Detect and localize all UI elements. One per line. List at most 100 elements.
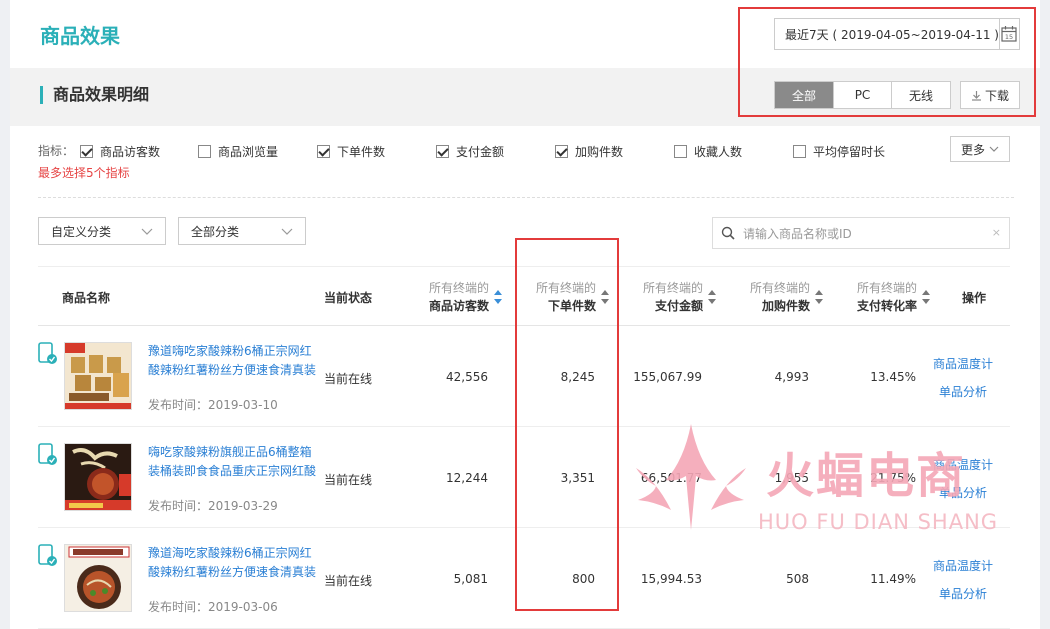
payment-cell: 155,067.99 xyxy=(633,370,702,384)
single-product-analysis-link[interactable]: 单品分析 xyxy=(933,378,993,406)
metric-checkbox-visitors[interactable]: 商品访客数 xyxy=(80,143,160,160)
checkbox-unchecked[interactable] xyxy=(793,145,806,158)
cart-cell: 4,993 xyxy=(774,370,809,384)
col-header-conversion[interactable]: 所有终端的 支付转化率 xyxy=(826,267,930,327)
search-icon xyxy=(721,226,735,240)
payment-cell: 15,994.53 xyxy=(640,572,702,586)
top-header: 商品效果 最近7天 ( 2019-04-05~2019-04-11 ) 15 xyxy=(10,0,1040,68)
col-header-name: 商品名称 xyxy=(62,290,111,305)
status-cell: 当前在线 xyxy=(324,473,373,487)
product-thumbnail[interactable] xyxy=(64,443,132,511)
row-ops: 商品温度计 单品分析 xyxy=(933,451,993,507)
metrics-label: 指标： xyxy=(38,144,75,158)
table-row: 豫道海吃家酸辣粉6桶正宗网红酸辣粉红薯粉丝方便速食清真装 发布时间：2019-0… xyxy=(38,528,1010,629)
conversion-cell: 11.49% xyxy=(870,572,916,586)
table-row: 豫道嗨吃家酸辣粉6桶正宗网红酸辣粉红薯粉丝方便速食清真装 发布时间：2019-0… xyxy=(38,326,1010,427)
product-search-input[interactable]: 请输入商品名称或ID × xyxy=(712,217,1010,249)
col-header-status: 当前状态 xyxy=(324,290,373,305)
metric-checkbox-orders[interactable]: 下单件数 xyxy=(317,143,385,160)
svg-text:15: 15 xyxy=(1005,33,1013,41)
checkbox-unchecked[interactable] xyxy=(198,145,211,158)
search-placeholder: 请输入商品名称或ID xyxy=(743,226,852,241)
terminal-tab-all[interactable]: 全部 xyxy=(775,82,834,108)
row-ops: 商品温度计 单品分析 xyxy=(933,350,993,406)
col-header-orders[interactable]: 所有终端的 下单件数 xyxy=(505,267,609,327)
custom-category-select[interactable]: 自定义分类 xyxy=(38,217,166,245)
sort-icon[interactable] xyxy=(601,290,609,304)
product-name-link[interactable]: 豫道海吃家酸辣粉6桶正宗网红酸辣粉红薯粉丝方便速食清真装 xyxy=(148,544,320,584)
sort-icon[interactable] xyxy=(815,290,823,304)
status-cell: 当前在线 xyxy=(324,372,373,386)
payment-cell: 66,501.77 xyxy=(640,471,702,485)
row-ops: 商品温度计 单品分析 xyxy=(933,552,993,608)
sort-icon[interactable] xyxy=(922,290,930,304)
col-header-ops: 操作 xyxy=(962,290,987,305)
clear-icon[interactable]: × xyxy=(992,226,1001,239)
conversion-cell: 13.45% xyxy=(870,370,916,384)
product-name-link[interactable]: 豫道嗨吃家酸辣粉6桶正宗网红酸辣粉红薯粉丝方便速食清真装 xyxy=(148,342,320,382)
col-header-visitors[interactable]: 所有终端的 商品访客数 xyxy=(398,267,502,327)
metric-checkbox-dwell-time[interactable]: 平均停留时长 xyxy=(793,143,885,160)
chevron-down-icon xyxy=(141,228,153,235)
calendar-icon: 15 xyxy=(1001,26,1018,42)
cart-cell: 508 xyxy=(786,572,809,586)
single-product-analysis-link[interactable]: 单品分析 xyxy=(933,479,993,507)
orders-cell: 800 xyxy=(572,572,595,586)
cart-cell: 1,955 xyxy=(774,471,809,485)
date-range-picker[interactable]: 最近7天 ( 2019-04-05~2019-04-11 ) 15 xyxy=(774,18,1020,50)
download-button[interactable]: 下载 xyxy=(960,81,1020,109)
metric-checkbox-favorites[interactable]: 收藏人数 xyxy=(674,143,742,160)
section-bar: 商品效果明细 全部 PC 无线 下载 xyxy=(10,68,1040,126)
all-category-select[interactable]: 全部分类 xyxy=(178,217,306,245)
checkbox-checked[interactable] xyxy=(80,145,93,158)
metrics-hint: 最多选择5个指标 xyxy=(38,166,130,180)
table-header: 商品名称 当前状态 所有终端的 商品访客数 所有终端的 下单件数 所有终端的 支付金额… xyxy=(38,266,1010,326)
metric-checkbox-pageviews[interactable]: 商品浏览量 xyxy=(198,143,278,160)
visitors-cell: 42,556 xyxy=(446,370,488,384)
product-effect-table: 商品名称 当前状态 所有终端的 商品访客数 所有终端的 下单件数 所有终端的 支付金额… xyxy=(38,266,1010,629)
mobile-device-icon xyxy=(38,342,57,364)
status-cell: 当前在线 xyxy=(324,574,373,588)
col-header-payment[interactable]: 所有终端的 支付金额 xyxy=(612,267,716,327)
more-metrics-button[interactable]: 更多 xyxy=(950,136,1010,162)
product-thermometer-link[interactable]: 商品温度计 xyxy=(933,451,993,479)
mobile-device-icon xyxy=(38,443,57,465)
sort-icon[interactable] xyxy=(708,290,716,304)
download-icon xyxy=(971,90,981,101)
conversion-cell: 21.75% xyxy=(870,471,916,485)
product-thermometer-link[interactable]: 商品温度计 xyxy=(933,350,993,378)
metrics-selector: 指标： 最多选择5个指标 商品访客数 商品浏览量 下单件数 支付金额 加购件数 … xyxy=(38,136,1014,198)
chevron-down-icon xyxy=(281,228,293,235)
section-title: 商品效果明细 xyxy=(40,86,149,104)
chevron-down-icon xyxy=(989,146,999,152)
metric-checkbox-cart[interactable]: 加购件数 xyxy=(555,143,623,160)
terminal-tab-pc[interactable]: PC xyxy=(834,82,892,108)
metric-checkbox-payment[interactable]: 支付金额 xyxy=(436,143,504,160)
orders-cell: 3,351 xyxy=(560,471,595,485)
single-product-analysis-link[interactable]: 单品分析 xyxy=(933,580,993,608)
checkbox-checked[interactable] xyxy=(555,145,568,158)
calendar-button[interactable]: 15 xyxy=(998,19,1019,49)
col-header-cart[interactable]: 所有终端的 加购件数 xyxy=(719,267,823,327)
terminal-segmented-control: 全部 PC 无线 xyxy=(774,81,951,109)
checkbox-unchecked[interactable] xyxy=(674,145,687,158)
filter-bar: 自定义分类 全部分类 请输入商品名称或ID × xyxy=(38,217,1010,249)
date-range-text: 最近7天 ( 2019-04-05~2019-04-11 ) xyxy=(785,27,999,42)
mobile-device-icon xyxy=(38,544,57,566)
download-label: 下载 xyxy=(984,88,1009,103)
visitors-cell: 12,244 xyxy=(446,471,488,485)
publish-time: 发布时间：2019-03-10 xyxy=(148,398,278,412)
orders-cell: 8,245 xyxy=(560,370,595,384)
product-thermometer-link[interactable]: 商品温度计 xyxy=(933,552,993,580)
product-thumbnail[interactable] xyxy=(64,544,132,612)
terminal-tab-wireless[interactable]: 无线 xyxy=(892,82,950,108)
publish-time: 发布时间：2019-03-29 xyxy=(148,499,278,513)
sort-icon[interactable] xyxy=(494,290,502,304)
product-name-link[interactable]: 嗨吃家酸辣粉旗舰正品6桶整箱装桶装即食食品重庆正宗网红酸 xyxy=(148,443,320,483)
page: 商品效果 最近7天 ( 2019-04-05~2019-04-11 ) 15 商… xyxy=(10,0,1040,629)
checkbox-checked[interactable] xyxy=(317,145,330,158)
publish-time: 发布时间：2019-03-06 xyxy=(148,600,278,614)
checkbox-checked[interactable] xyxy=(436,145,449,158)
product-thumbnail[interactable] xyxy=(64,342,132,410)
visitors-cell: 5,081 xyxy=(453,572,488,586)
